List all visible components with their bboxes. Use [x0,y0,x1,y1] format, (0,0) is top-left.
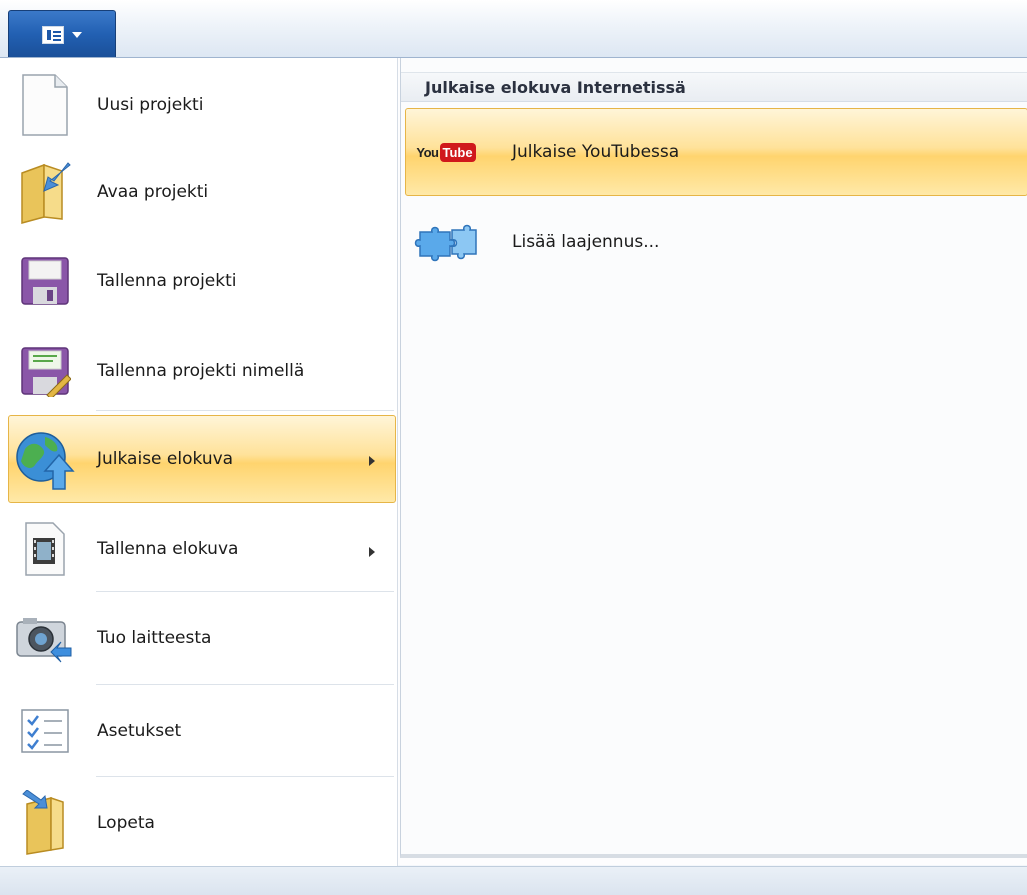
submenu-pane: Julkaise elokuva Internetissä You Tube J… [400,58,1027,858]
publish-globe-icon [9,423,81,495]
submenu-item-label: Julkaise YouTubessa [512,142,680,162]
menu-left-column: Uusi projekti Avaa projekti Tallenna pro… [0,58,398,866]
menu-item-label: Uusi projekti [97,95,204,115]
menu-item-publish-movie[interactable]: Julkaise elokuva [8,415,396,503]
chevron-right-icon [369,456,375,466]
chevron-down-icon [72,31,82,38]
camera-import-icon [9,602,81,674]
open-folder-icon [9,156,81,228]
submenu-item-label: Lisää laajennus... [512,232,660,252]
menu-item-import-from-device[interactable]: Tuo laitteesta [8,595,396,681]
menu-item-label: Avaa projekti [97,182,209,202]
menu-item-label: Tallenna projekti [97,271,237,291]
document-menu-icon [42,25,64,44]
app-menu-button[interactable] [8,10,116,58]
menu-item-save-project[interactable]: Tallenna projekti [8,238,396,324]
save-floppy-icon [9,245,81,317]
menu-item-label: Tuo laitteesta [97,628,212,648]
options-checklist-icon [9,695,81,767]
menu-item-save-project-as[interactable]: Tallenna projekti nimellä [8,328,396,414]
title-bar [0,0,1027,58]
menu-item-exit[interactable]: Lopeta [8,780,396,866]
menu-item-label: Asetukset [97,721,182,741]
chevron-right-icon [369,547,375,557]
puzzle-plugin-icon [410,222,482,262]
menu-item-label: Julkaise elokuva [97,449,234,469]
youtube-logo-tube: Tube [439,142,476,162]
youtube-logo-icon: You Tube [410,132,482,172]
menu-item-label: Lopeta [97,813,155,833]
submenu-item-add-plugin[interactable]: Lisää laajennus... [405,198,1027,286]
submenu-header: Julkaise elokuva Internetissä [401,72,1027,102]
menu-item-options[interactable]: Asetukset [8,688,396,774]
menu-item-save-movie[interactable]: Tallenna elokuva [8,506,396,592]
status-bar [0,866,1027,895]
save-as-icon [9,335,81,407]
menu-divider [96,591,394,592]
menu-item-label: Tallenna projekti nimellä [97,361,305,381]
menu-item-label: Tallenna elokuva [97,539,239,559]
exit-folder-icon [9,787,81,859]
menu-item-new-project[interactable]: Uusi projekti [8,62,396,148]
menu-item-open-project[interactable]: Avaa projekti [8,149,396,235]
application-menu: Uusi projekti Avaa projekti Tallenna pro… [0,57,1027,866]
youtube-logo-you: You [416,144,439,160]
menu-divider [96,684,394,685]
submenu-item-publish-youtube[interactable]: You Tube Julkaise YouTubessa [405,108,1027,196]
menu-divider [96,410,394,411]
new-document-icon [9,69,81,141]
menu-divider [96,776,394,777]
film-document-icon [9,513,81,585]
